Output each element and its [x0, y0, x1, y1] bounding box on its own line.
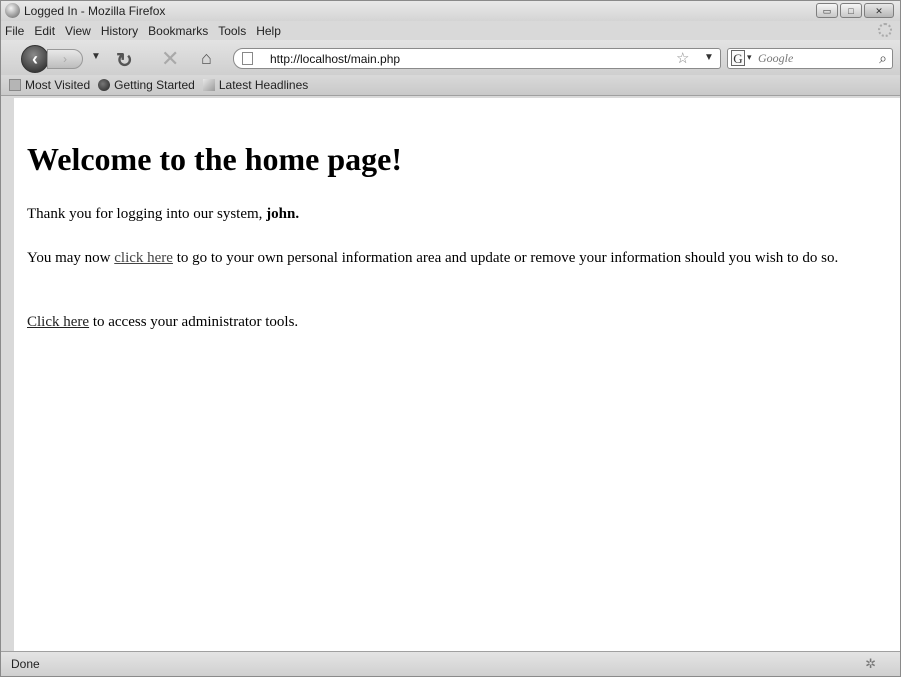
search-input[interactable] — [758, 50, 868, 66]
welcome-text: Thank you for logging into our system, — [27, 206, 267, 222]
folder-icon — [9, 79, 21, 91]
bookmark-getting-started[interactable]: Getting Started — [98, 78, 195, 92]
reload-button[interactable]: ↻ — [116, 48, 133, 73]
p2-prefix: You may now — [27, 250, 115, 266]
personal-info-paragraph: You may now click here to go to your own… — [27, 248, 887, 268]
url-text[interactable]: http://localhost/main.php — [270, 52, 400, 66]
history-dropdown-icon[interactable]: ▼ — [91, 51, 101, 62]
maximize-button[interactable]: □ — [840, 3, 862, 18]
menu-tools[interactable]: Tools — [213, 24, 251, 38]
status-bar: Done ✲ — [1, 651, 900, 676]
menu-help[interactable]: Help — [251, 24, 286, 38]
bookmark-label: Latest Headlines — [218, 78, 309, 92]
search-bar: G ▾ ⌕ — [727, 48, 893, 69]
page-heading: Welcome to the home page! — [27, 141, 403, 177]
page-content: Welcome to the home page! Thank you for … — [14, 98, 900, 651]
admin-tools-link[interactable]: Click here — [27, 314, 89, 330]
window-controls: ▭ □ ✕ — [814, 3, 894, 19]
menu-edit[interactable]: Edit — [29, 24, 60, 38]
addon-bug-icon[interactable]: ✲ — [865, 656, 876, 672]
firefox-globe-icon — [98, 79, 111, 91]
bookmarks-toolbar: Most Visited Getting Started Latest Head… — [1, 75, 900, 96]
google-icon[interactable]: G — [731, 50, 745, 66]
admin-paragraph: Click here to access your administrator … — [27, 314, 298, 331]
throbber-icon — [878, 23, 892, 37]
menu-file[interactable]: File — [1, 24, 29, 38]
p2-suffix: to go to your own personal information a… — [172, 250, 839, 266]
forward-arrow-icon: › — [63, 52, 67, 66]
menu-view[interactable]: View — [60, 24, 96, 38]
url-bar[interactable]: http://localhost/main.php ☆ ▼ — [233, 48, 721, 69]
status-text: Done — [11, 657, 40, 671]
home-icon: ⌂ — [201, 48, 212, 68]
back-button[interactable]: ‹ — [21, 45, 49, 73]
bookmark-label: Getting Started — [114, 78, 195, 92]
menu-bar: File Edit View History Bookmarks Tools H… — [1, 21, 900, 40]
navigation-toolbar: ‹ › ▼ ↻ ✕ ⌂ http://localhost/main.php ☆ … — [1, 40, 900, 75]
title-bar: Logged In - Mozilla Firefox ▭ □ ✕ — [1, 1, 900, 21]
username: john. — [266, 206, 300, 222]
stop-button[interactable]: ✕ — [161, 46, 179, 72]
bookmark-most-visited[interactable]: Most Visited — [9, 78, 90, 92]
browser-window: Logged In - Mozilla Firefox ▭ □ ✕ File E… — [0, 0, 901, 677]
close-button[interactable]: ✕ — [864, 3, 894, 18]
welcome-paragraph: Thank you for logging into our system, j… — [27, 206, 299, 223]
rss-icon — [202, 79, 215, 91]
menu-bookmarks[interactable]: Bookmarks — [143, 24, 213, 38]
menu-history[interactable]: History — [96, 24, 143, 38]
stop-icon: ✕ — [161, 46, 180, 71]
bookmark-label: Most Visited — [25, 78, 91, 92]
reload-icon: ↻ — [116, 50, 133, 72]
p3-suffix: to access your administrator tools. — [89, 314, 299, 330]
search-engine-dropdown-icon[interactable]: ▾ — [747, 52, 752, 63]
forward-button[interactable]: › — [47, 49, 83, 69]
back-arrow-icon: ‹ — [32, 49, 38, 69]
star-icon[interactable]: ☆ — [676, 49, 689, 67]
firefox-icon — [5, 3, 20, 18]
magnifier-icon[interactable]: ⌕ — [879, 50, 887, 67]
page-icon — [242, 52, 253, 65]
bookmark-latest-headlines[interactable]: Latest Headlines — [202, 78, 309, 92]
personal-info-link[interactable]: click here — [114, 250, 173, 266]
url-dropdown-icon[interactable]: ▼ — [704, 52, 714, 63]
window-title: Logged In - Mozilla Firefox — [24, 4, 166, 18]
home-button[interactable]: ⌂ — [201, 48, 212, 69]
minimize-button[interactable]: ▭ — [816, 3, 838, 18]
